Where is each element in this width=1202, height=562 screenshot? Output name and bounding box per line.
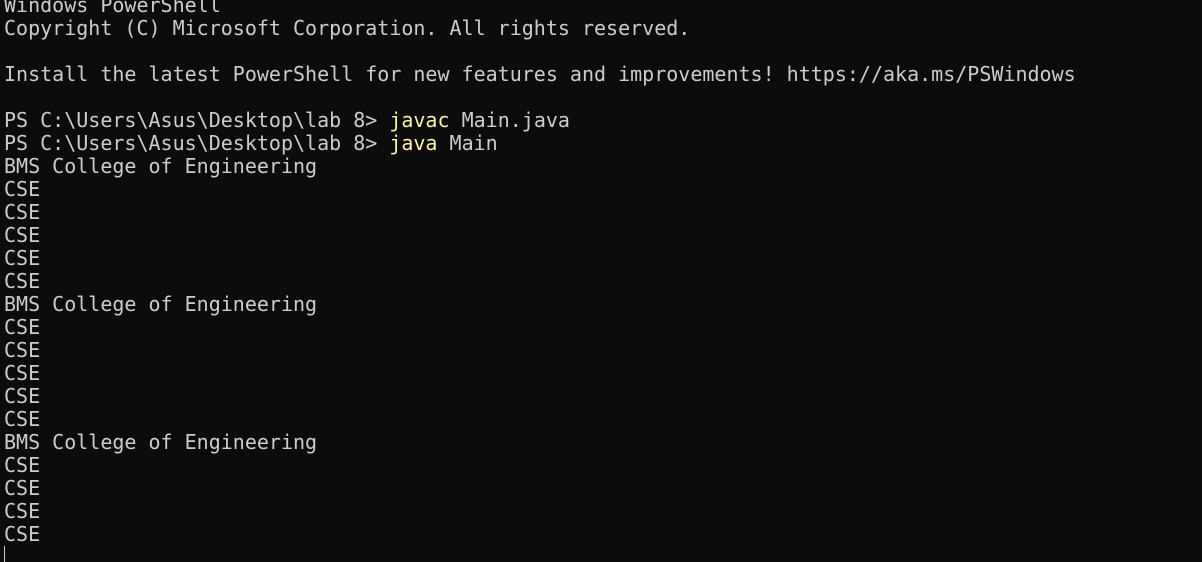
output-line: CSE [4, 177, 41, 201]
output-line: CSE [4, 361, 41, 385]
output-line: CSE [4, 200, 41, 224]
output-line: CSE [4, 499, 41, 523]
output-line: CSE [4, 522, 41, 546]
terminal-buffer: Windows PowerShell Copyright (C) Microso… [4, 0, 1202, 546]
output-line: CSE [4, 315, 41, 339]
output-line: BMS College of Engineering [4, 430, 318, 454]
output-line: CSE [4, 453, 41, 477]
output-line: CSE [4, 407, 41, 431]
output-line: CSE [4, 476, 41, 500]
command-name: javac [389, 108, 450, 132]
command-line: PS C:\Users\Asus\Desktop\lab 8> javac Ma… [4, 109, 1202, 132]
command-name: java [389, 131, 438, 155]
command-args: Main.java [449, 108, 570, 132]
output-line: CSE [4, 269, 41, 293]
banner-copyright: Copyright (C) Microsoft Corporation. All… [4, 16, 691, 40]
output-line: CSE [4, 384, 41, 408]
banner-install-notice: Install the latest PowerShell for new fe… [4, 62, 1076, 86]
output-line: CSE [4, 246, 41, 270]
output-line: BMS College of Engineering [4, 154, 318, 178]
banner-title: Windows PowerShell [4, 0, 221, 17]
prompt: PS C:\Users\Asus\Desktop\lab 8> [4, 108, 390, 132]
terminal-window[interactable]: Windows PowerShell Copyright (C) Microso… [0, 0, 1202, 562]
text-cursor [4, 546, 5, 562]
output-line: BMS College of Engineering [4, 292, 318, 316]
output-line: CSE [4, 338, 41, 362]
command-line: PS C:\Users\Asus\Desktop\lab 8> java Mai… [4, 132, 1202, 155]
prompt: PS C:\Users\Asus\Desktop\lab 8> [4, 131, 390, 155]
command-args: Main [437, 131, 498, 155]
output-line: CSE [4, 223, 41, 247]
